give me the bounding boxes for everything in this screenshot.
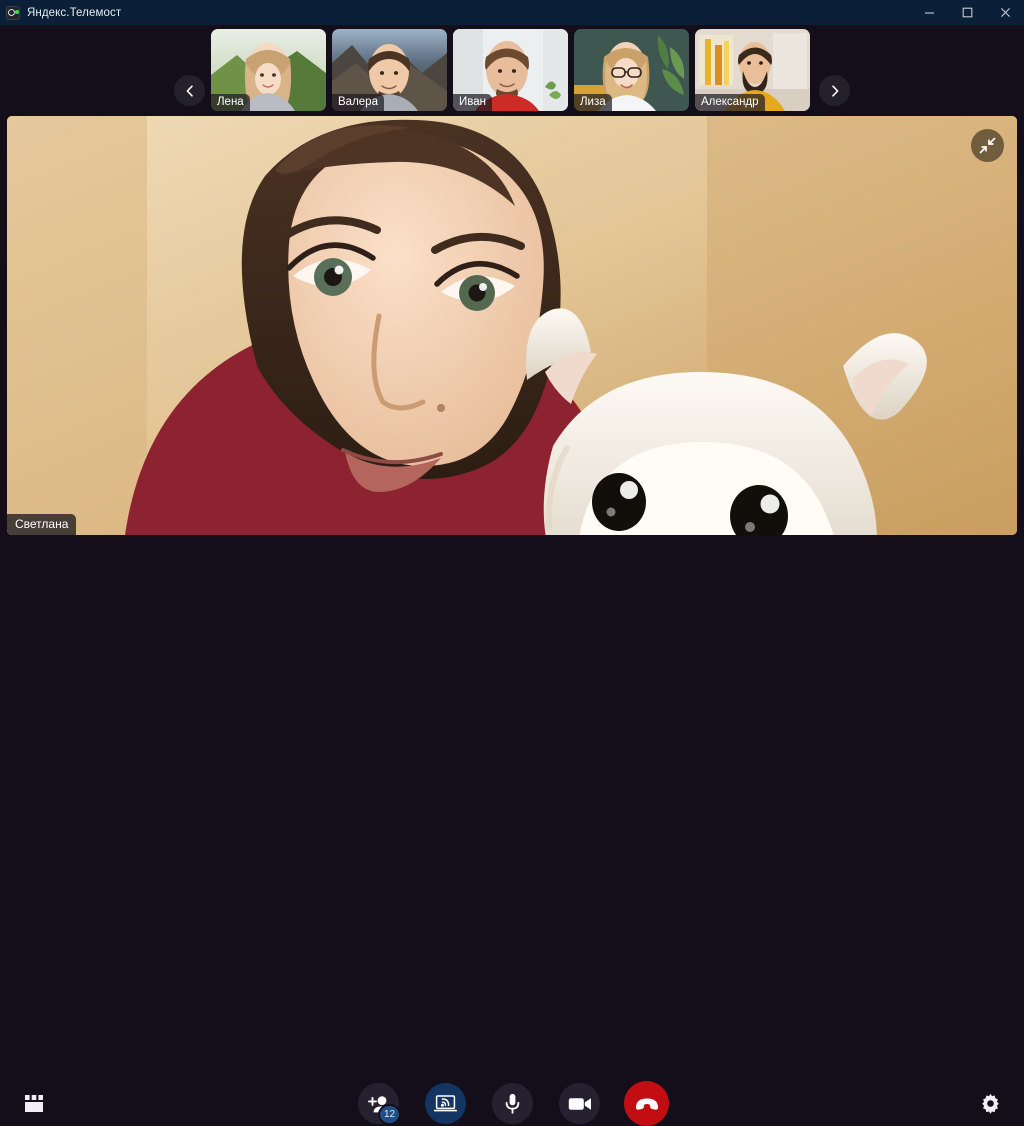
strip-prev-button[interactable] [174, 75, 205, 106]
participant-thumbnails: Лена Валера Иван Лиза Александр [211, 29, 810, 111]
camera-icon [568, 1097, 591, 1110]
main-video-feed [7, 116, 1017, 535]
chevron-left-icon [186, 84, 193, 97]
strip-next-button[interactable] [819, 75, 850, 106]
participant-thumbnail[interactable]: Лиза [574, 29, 689, 111]
screen-share-icon [434, 1095, 457, 1112]
main-video-stage[interactable]: Светлана [7, 116, 1017, 535]
participant-count-badge: 12 [378, 1104, 401, 1125]
collapse-video-button[interactable] [971, 129, 1004, 162]
thumbnail-name: Валера [332, 94, 384, 111]
chevron-right-icon [831, 84, 838, 97]
layout-view-button[interactable] [17, 1086, 51, 1120]
participant-strip: Лена Валера Иван Лиза Александр [0, 25, 1024, 115]
window-title: Яндекс.Телемост [27, 6, 122, 19]
microphone-icon [505, 1093, 520, 1114]
close-button[interactable] [986, 0, 1024, 25]
add-participant-button[interactable]: 12 [358, 1083, 401, 1125]
window-controls [910, 0, 1024, 25]
participant-thumbnail[interactable]: Лена [211, 29, 326, 111]
app-icon [6, 5, 20, 20]
participant-thumbnail[interactable]: Валера [332, 29, 447, 111]
thumbnail-name: Иван [453, 94, 492, 111]
thumbnail-name: Лена [211, 94, 250, 111]
maximize-button[interactable] [948, 0, 986, 25]
microphone-button[interactable] [492, 1083, 533, 1124]
settings-button[interactable] [973, 1086, 1007, 1120]
main-speaker-name: Светлана [7, 514, 77, 535]
screen-share-button[interactable] [425, 1083, 466, 1124]
title-bar: Яндекс.Телемост [0, 0, 1024, 25]
bottom-toolbar: 12 [0, 535, 1024, 1126]
thumbnail-name: Лиза [574, 94, 612, 111]
layout-grid-icon [25, 1094, 43, 1112]
gear-icon [981, 1093, 999, 1114]
collapse-arrows-icon [979, 137, 996, 154]
end-call-icon [635, 1098, 658, 1110]
end-call-button[interactable] [624, 1081, 669, 1126]
camera-button[interactable] [559, 1083, 600, 1124]
participant-thumbnail[interactable]: Александр [695, 29, 810, 111]
thumbnail-name: Александр [695, 94, 765, 111]
minimize-button[interactable] [910, 0, 948, 25]
participant-thumbnail[interactable]: Иван [453, 29, 568, 111]
app-window: Яндекс.Телемост Лена Валера Иван Лиза Ал… [0, 0, 1024, 1126]
